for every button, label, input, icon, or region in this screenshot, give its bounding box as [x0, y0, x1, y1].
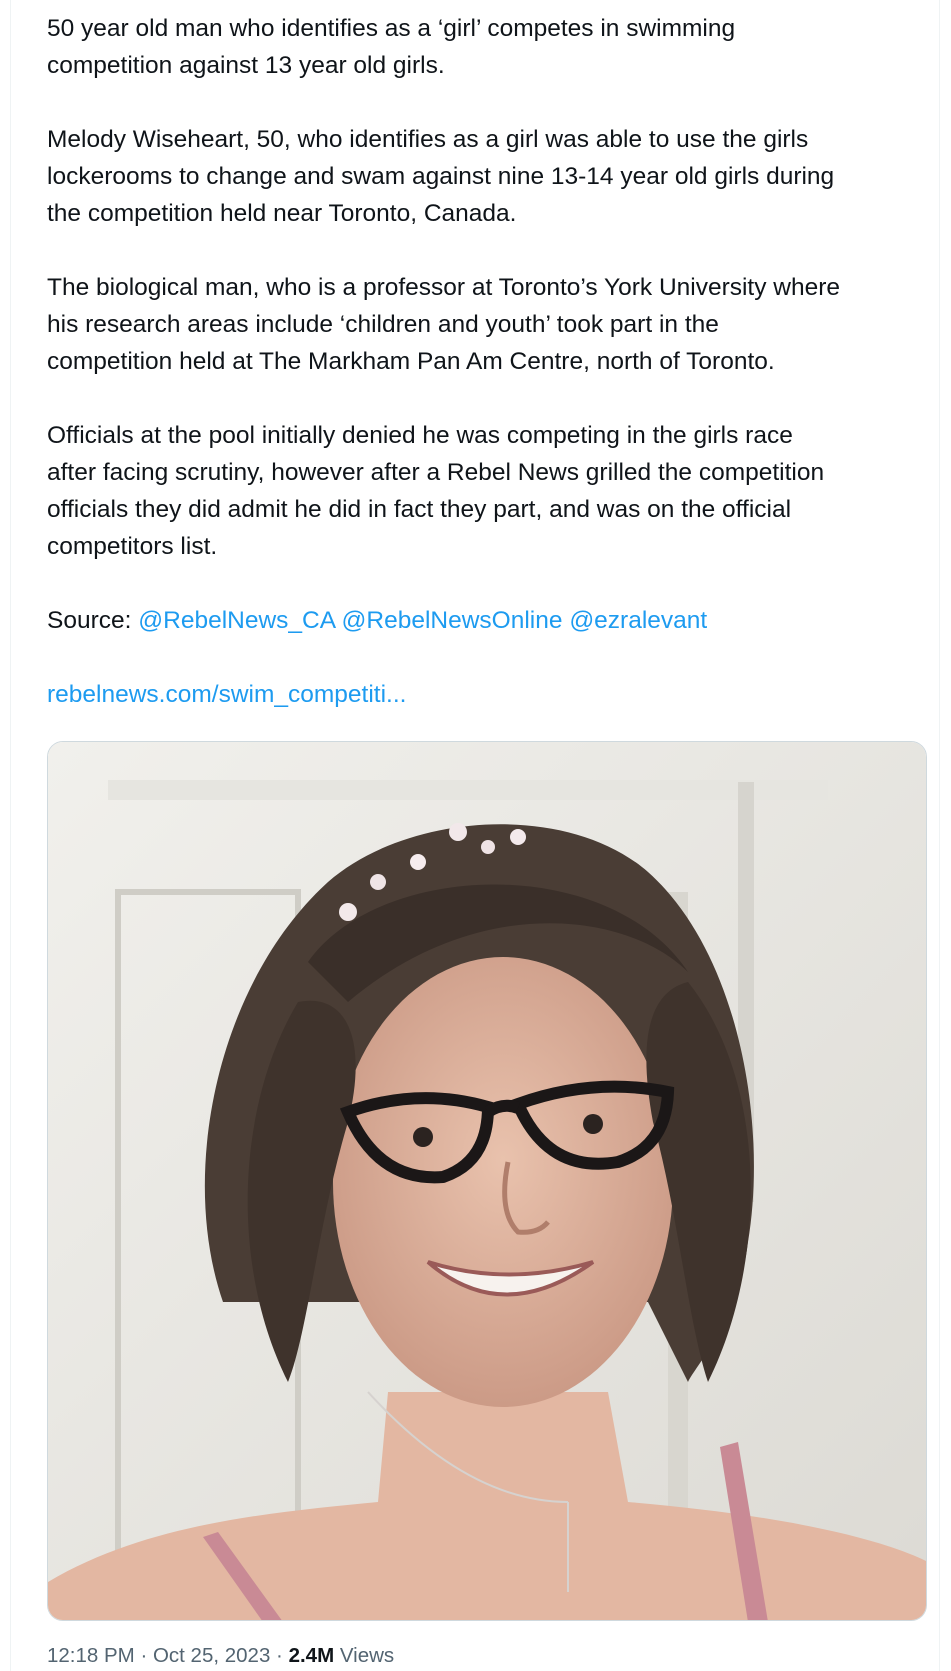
- portrait-photo-icon: [48, 742, 926, 1620]
- tweet-paragraph-3: The biological man, who is a professor a…: [47, 274, 841, 375]
- tweet-text: 50 year old man who identifies as a ‘gir…: [47, 10, 927, 750]
- views-count: 2.4M: [288, 1644, 335, 1667]
- tweet-container: 50 year old man who identifies as a ‘gir…: [10, 0, 940, 1671]
- article-link[interactable]: rebelnews.com/swim_competiti...: [47, 681, 406, 708]
- source-line: Source: @RebelNews_CA @RebelNewsOnline @…: [47, 602, 927, 639]
- tweet-paragraph-1: 50 year old man who identifies as a ‘gir…: [47, 15, 736, 79]
- mention-link-ezralevant[interactable]: @ezralevant: [569, 607, 707, 634]
- tweet-meta: 12:18 PM · Oct 25, 2023 · 2.4M Views: [47, 1644, 394, 1668]
- tweet-paragraph-4: Officials at the pool initially denied h…: [47, 422, 825, 560]
- views-label: Views: [334, 1644, 395, 1667]
- url-line: rebelnews.com/swim_competiti...: [47, 676, 927, 713]
- tweet-photo[interactable]: [47, 741, 927, 1621]
- source-label: Source:: [47, 607, 132, 634]
- tweet-paragraph-2: Melody Wiseheart, 50, who identifies as …: [47, 126, 835, 227]
- timestamp[interactable]: 12:18 PM · Oct 25, 2023 ·: [47, 1644, 289, 1667]
- mention-link-rebelnewsonline[interactable]: @RebelNewsOnline: [342, 607, 563, 634]
- mention-link-rebelnews-ca[interactable]: @RebelNews_CA: [138, 607, 334, 634]
